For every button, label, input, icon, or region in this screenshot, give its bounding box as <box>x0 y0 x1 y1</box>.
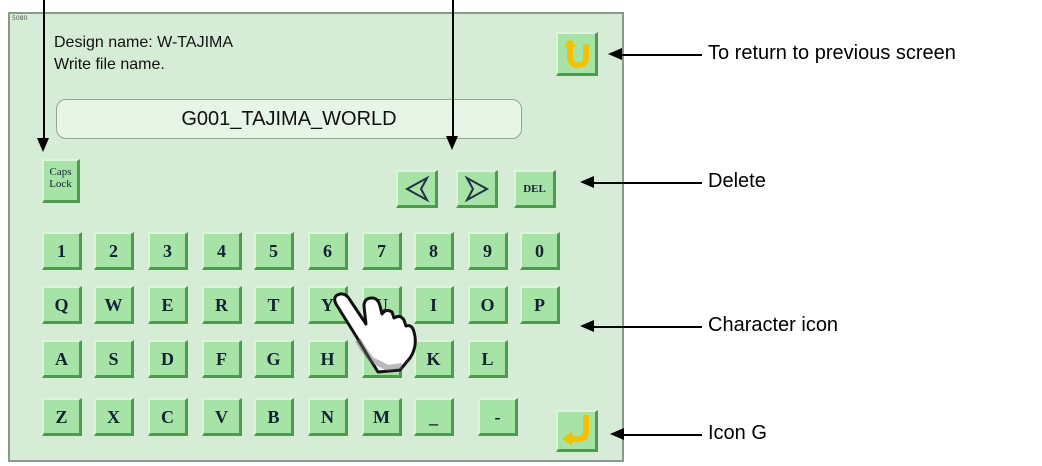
key-t[interactable]: T <box>254 286 294 324</box>
key-o[interactable]: O <box>468 286 508 324</box>
key-g[interactable]: G <box>254 340 294 378</box>
delete-callout-line <box>592 182 702 184</box>
key-v[interactable]: V <box>202 398 242 436</box>
cursor-right-button[interactable] <box>456 170 498 208</box>
instruction-text: Write file name. <box>54 56 165 73</box>
key-s[interactable]: S <box>94 340 134 378</box>
key-5[interactable]: 5 <box>254 232 294 270</box>
key-6[interactable]: 6 <box>308 232 348 270</box>
caps-callout-line <box>43 0 45 140</box>
lock-label: Lock <box>49 178 72 190</box>
caps-callout-arrowhead <box>37 138 49 152</box>
cursor-left-button[interactable] <box>396 170 438 208</box>
delete-button[interactable]: DEL <box>514 170 556 208</box>
key-3[interactable]: 3 <box>148 232 188 270</box>
icon-g-annotation-label: Icon G <box>708 422 767 444</box>
key-0[interactable]: 0 <box>520 232 560 270</box>
enter-button[interactable] <box>556 410 598 452</box>
key-2[interactable]: 2 <box>94 232 134 270</box>
design-name-text: Design name: W-TAJIMA <box>54 34 234 51</box>
key-z[interactable]: Z <box>42 398 82 436</box>
cursor-callout-arrowhead <box>446 136 458 150</box>
key-underscore[interactable]: _ <box>414 398 454 436</box>
key-n[interactable]: N <box>308 398 348 436</box>
key-p[interactable]: P <box>520 286 560 324</box>
key-c[interactable]: C <box>148 398 188 436</box>
key-hyphen[interactable]: - <box>478 398 518 436</box>
key-m[interactable]: M <box>362 398 402 436</box>
key-d[interactable]: D <box>148 340 188 378</box>
character-annotation-label: Character icon <box>708 314 839 336</box>
key-b[interactable]: B <box>254 398 294 436</box>
right-arrow-icon <box>463 175 489 203</box>
key-9[interactable]: 9 <box>468 232 508 270</box>
key-a[interactable]: A <box>42 340 82 378</box>
key-7[interactable]: 7 <box>362 232 402 270</box>
cursor-callout-line <box>452 0 454 138</box>
left-arrow-icon <box>404 175 430 203</box>
return-annotation-label: To return to previous screen <box>708 42 956 64</box>
return-button[interactable] <box>556 32 598 76</box>
return-callout-line <box>620 54 702 56</box>
key-q[interactable]: Q <box>42 286 82 324</box>
screen-id-tag: 5080 <box>12 15 28 22</box>
key-4[interactable]: 4 <box>202 232 242 270</box>
key-1[interactable]: 1 <box>42 232 82 270</box>
enter-icon <box>561 415 589 446</box>
character-callout-line <box>592 326 702 328</box>
delete-annotation-label: Delete <box>708 170 766 192</box>
caps-lock-button[interactable]: Caps Lock <box>42 159 80 203</box>
hand-pointer-icon <box>333 292 417 374</box>
return-icon <box>563 39 589 69</box>
caps-label: Caps <box>49 166 72 178</box>
key-e[interactable]: E <box>148 286 188 324</box>
key-r[interactable]: R <box>202 286 242 324</box>
key-x[interactable]: X <box>94 398 134 436</box>
key-f[interactable]: F <box>202 340 242 378</box>
key-8[interactable]: 8 <box>414 232 454 270</box>
machine-screen: 5080 Design name: W-TAJIMA Write file na… <box>8 12 624 462</box>
icon-g-callout-line <box>622 434 702 436</box>
key-w[interactable]: W <box>94 286 134 324</box>
key-l[interactable]: L <box>468 340 508 378</box>
